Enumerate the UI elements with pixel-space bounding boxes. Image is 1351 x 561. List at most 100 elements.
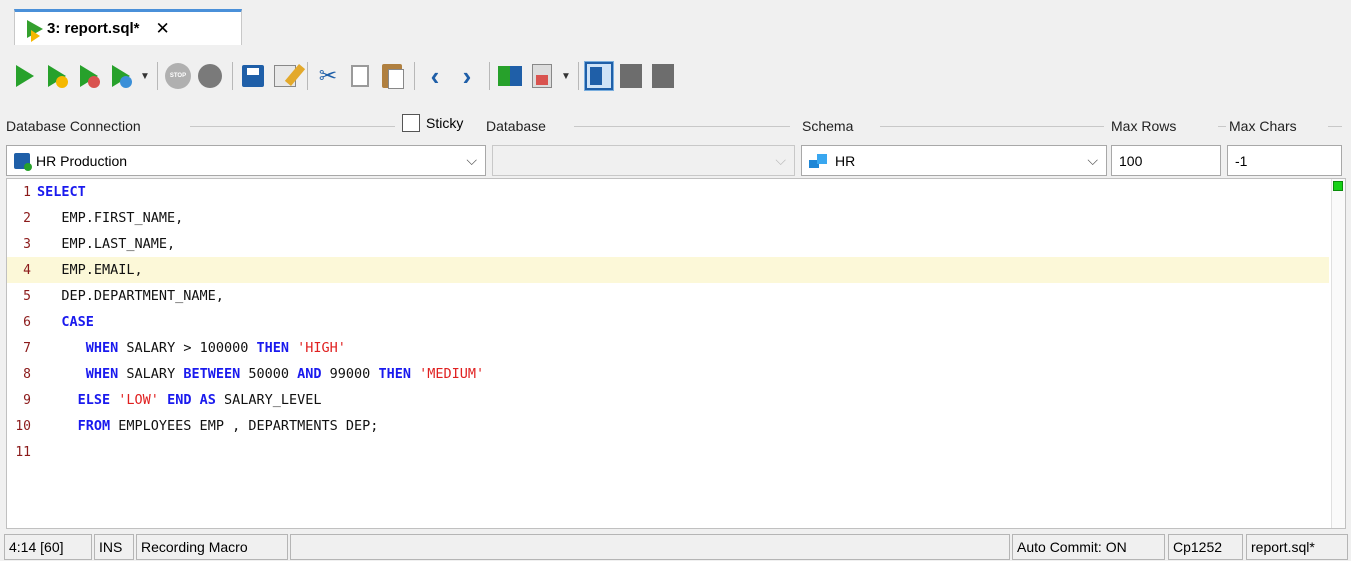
layout-icon bbox=[652, 64, 674, 88]
back-button[interactable]: ‹ bbox=[420, 61, 450, 91]
toolbar-separator bbox=[578, 62, 579, 90]
keyword: END AS bbox=[167, 392, 216, 408]
line-number: 9 bbox=[23, 392, 31, 408]
label-database: Database bbox=[486, 118, 550, 134]
status-message bbox=[290, 534, 1010, 560]
code-line[interactable]: 10 FROM EMPLOYEES EMP , DEPARTMENTS DEP; bbox=[7, 413, 1329, 439]
line-number: 3 bbox=[23, 236, 31, 252]
code-line[interactable]: 6 CASE bbox=[7, 309, 1329, 335]
code-text: 50000 bbox=[240, 366, 298, 382]
query-builder-button[interactable] bbox=[495, 61, 525, 91]
connection-fields: HR Production ⌵ ⌵ HR ⌵ 100 -1 bbox=[0, 145, 1351, 177]
toolbar-separator bbox=[232, 62, 233, 90]
execute-button[interactable] bbox=[10, 61, 40, 91]
chevron-down-icon[interactable]: ⌵ bbox=[466, 152, 477, 169]
schema-select[interactable]: HR ⌵ bbox=[801, 145, 1107, 176]
code-text: SALARY_LEVEL bbox=[215, 392, 322, 408]
record-macro-button[interactable] bbox=[195, 61, 225, 91]
keyword: WHEN bbox=[85, 340, 119, 356]
max-chars-input[interactable]: -1 bbox=[1227, 145, 1342, 176]
keyword: FROM bbox=[77, 418, 111, 434]
line-number: 8 bbox=[23, 366, 31, 382]
divider bbox=[574, 126, 790, 127]
layout-toggle-button[interactable] bbox=[584, 61, 614, 91]
record-icon bbox=[198, 64, 222, 88]
line-number: 6 bbox=[23, 314, 31, 330]
stop-button[interactable]: STOP bbox=[163, 61, 193, 91]
keyword: AND bbox=[297, 366, 322, 382]
layout-split-button[interactable] bbox=[616, 61, 646, 91]
encoding-status[interactable]: Cp1252 bbox=[1168, 534, 1243, 560]
layout-icon bbox=[620, 64, 642, 88]
database-select[interactable]: ⌵ bbox=[492, 145, 795, 176]
code-line[interactable]: 5 DEP.DEPARTMENT_NAME, bbox=[7, 283, 1329, 309]
copy-button[interactable] bbox=[345, 61, 375, 91]
edit-icon bbox=[274, 65, 296, 87]
chevron-down-icon: ⌵ bbox=[775, 152, 786, 168]
chevron-down-icon[interactable]: ▼ bbox=[559, 71, 573, 82]
insert-mode[interactable]: INS bbox=[94, 534, 134, 560]
gear-icon bbox=[120, 76, 132, 88]
auto-commit-status[interactable]: Auto Commit: ON bbox=[1012, 534, 1165, 560]
sticky-label: Sticky bbox=[426, 115, 464, 131]
execute-script-button[interactable] bbox=[74, 61, 104, 91]
keyword: THEN bbox=[256, 340, 289, 356]
line-number: 4 bbox=[23, 262, 31, 278]
line-number: 1 bbox=[23, 184, 31, 200]
play-icon bbox=[16, 65, 34, 87]
keyword: SELECT bbox=[37, 184, 86, 200]
line-number: 2 bbox=[23, 210, 31, 226]
export-icon bbox=[532, 64, 552, 88]
execute-current-button[interactable] bbox=[42, 61, 72, 91]
chevron-down-icon[interactable]: ⌵ bbox=[1087, 152, 1098, 169]
keyword: CASE bbox=[61, 314, 94, 330]
code-line-current[interactable]: 4 EMP.EMAIL, bbox=[7, 257, 1329, 283]
database-connection-value: HR Production bbox=[36, 152, 128, 169]
max-rows-input[interactable]: 100 bbox=[1111, 145, 1221, 176]
sql-editor[interactable]: 1 SELECT 2 EMP.FIRST_NAME, 3 EMP.LAST_NA… bbox=[6, 178, 1346, 529]
sql-file-icon bbox=[27, 19, 43, 42]
divider bbox=[1328, 126, 1342, 127]
code-text: EMP.EMAIL, bbox=[37, 262, 143, 278]
code-line[interactable]: 2 EMP.FIRST_NAME, bbox=[7, 205, 1329, 231]
code-line[interactable]: 11 bbox=[7, 439, 1329, 465]
database-connection-select[interactable]: HR Production ⌵ bbox=[6, 145, 486, 176]
code-text: SALARY > 100000 bbox=[118, 340, 257, 356]
label-max-rows: Max Rows bbox=[1111, 118, 1181, 134]
sticky-checkbox[interactable]: Sticky bbox=[402, 114, 463, 132]
close-icon[interactable]: ✕ bbox=[156, 19, 170, 39]
tab-report-sql[interactable]: 3: report.sql* ✕ bbox=[14, 9, 242, 45]
code-text: DEP.DEPARTMENT_NAME, bbox=[37, 288, 224, 304]
code-line[interactable]: 7 WHEN SALARY > 100000 THEN 'HIGH' bbox=[7, 335, 1329, 361]
chevron-down-icon[interactable]: ▼ bbox=[138, 71, 152, 82]
vertical-scrollbar[interactable] bbox=[1331, 179, 1345, 528]
divider bbox=[1218, 126, 1226, 127]
code-line[interactable]: 3 EMP.LAST_NAME, bbox=[7, 231, 1329, 257]
toolbar: ▼ STOP ✂ ‹ › ▼ bbox=[0, 52, 1351, 100]
connection-labels: Database Connection Sticky Database Sche… bbox=[0, 114, 1351, 138]
layout-tab-button[interactable] bbox=[648, 61, 678, 91]
checkbox-icon[interactable] bbox=[402, 114, 420, 132]
execute-explain-button[interactable] bbox=[106, 61, 136, 91]
dot-icon bbox=[56, 76, 68, 88]
toolbar-separator bbox=[307, 62, 308, 90]
tab-title: 3: report.sql* bbox=[47, 20, 140, 37]
save-button[interactable] bbox=[238, 61, 268, 91]
line-number: 10 bbox=[15, 418, 31, 434]
chevron-left-icon: ‹ bbox=[430, 61, 440, 91]
export-button[interactable] bbox=[527, 61, 557, 91]
scissors-icon: ✂ bbox=[318, 63, 338, 88]
format-sql-button[interactable] bbox=[270, 61, 300, 91]
status-bar: 4:14 [60] INS Recording Macro Auto Commi… bbox=[0, 533, 1351, 561]
cut-button[interactable]: ✂ bbox=[313, 61, 343, 91]
code-line[interactable]: 8 WHEN SALARY BETWEEN 50000 AND 99000 TH… bbox=[7, 361, 1329, 387]
save-icon bbox=[242, 65, 264, 87]
dot-icon bbox=[88, 76, 100, 88]
forward-button[interactable]: › bbox=[452, 61, 482, 91]
paste-button[interactable] bbox=[377, 61, 407, 91]
code-line[interactable]: 1 SELECT bbox=[7, 179, 1329, 205]
stop-icon: STOP bbox=[165, 63, 191, 89]
code-line[interactable]: 9 ELSE 'LOW' END AS SALARY_LEVEL bbox=[7, 387, 1329, 413]
keyword: WHEN bbox=[85, 366, 119, 382]
file-status: report.sql* bbox=[1246, 534, 1348, 560]
